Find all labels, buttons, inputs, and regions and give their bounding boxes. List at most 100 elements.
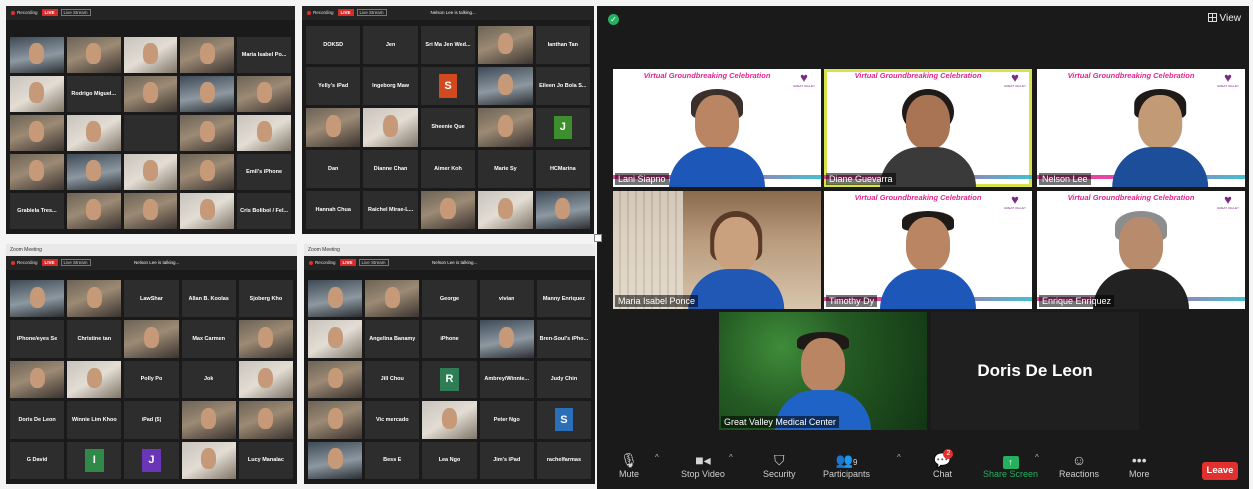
chat-button[interactable]: 💬 2 Chat [933,449,954,479]
participant-video-tile[interactable] [123,76,178,112]
participant-video-tile[interactable] [66,115,121,151]
participant-video-tile[interactable] [10,280,65,318]
participant-video-tile[interactable] [478,190,533,229]
participant-video-tile[interactable] [66,37,121,73]
participant-video-tile[interactable] [308,280,363,318]
video-tile-diane-guevarra[interactable]: Virtual Groundbreaking Celebration ♥ GREA… [824,69,1032,187]
participant-video-tile[interactable] [306,108,361,147]
participant-avatar-tile[interactable]: J [535,108,590,147]
participant-video-tile[interactable] [479,320,534,358]
stop-video-button[interactable]: ■◂ Stop Video [681,451,725,479]
participant-video-tile[interactable] [67,360,122,399]
participant-name-tile[interactable]: George [422,280,477,318]
participant-avatar-tile[interactable]: R [422,360,477,399]
participant-name-tile[interactable]: LawShar [124,280,179,318]
participant-name-tile[interactable]: Marie Sy [478,149,533,188]
participant-name-tile[interactable]: Jill Chou [365,360,420,399]
participant-name-tile[interactable]: Sjoberg Kho [238,280,293,318]
participant-name-tile[interactable]: Ambrey/Winnie... [479,360,534,399]
view-button[interactable]: View [1207,13,1241,24]
participant-name-tile[interactable]: vivian [479,280,534,318]
participant-name-tile-doris-de-leon[interactable]: Doris De Leon [931,312,1139,430]
participant-name-tile[interactable]: Grabiela Tres... [10,193,64,229]
participant-video-tile[interactable] [237,115,291,151]
participant-video-tile[interactable] [67,280,122,318]
live-badge[interactable]: LIVE [41,9,58,16]
participant-name-tile[interactable]: Jim's iPad [479,441,534,479]
participant-video-tile[interactable] [308,401,363,439]
participant-name-tile[interactable]: iPad (5) [124,401,179,439]
participant-video-tile[interactable] [478,108,533,147]
participant-name-tile[interactable]: Jok [181,360,236,399]
participant-name-tile[interactable]: Vic mercado [365,401,420,439]
participant-name-tile[interactable]: Manny Enriquez [536,280,591,318]
participant-video-tile[interactable] [238,320,293,358]
participant-name-tile[interactable]: Peter Ngo [479,401,534,439]
leave-button[interactable]: Leave [1202,462,1238,480]
share-screen-button[interactable]: ↑ Share Screen [983,451,1038,479]
participant-name-tile[interactable]: Dianne Chan [363,149,418,188]
security-shield-icon[interactable]: ✓ [608,14,619,25]
video-tile-timothy-dy[interactable]: Virtual Groundbreaking Celebration ♥ GREA… [824,191,1032,309]
participant-video-tile[interactable] [363,108,418,147]
participant-name-tile[interactable]: Polly Po [124,360,179,399]
participant-video-tile[interactable] [308,441,363,479]
participant-name-tile[interactable]: Cris Bolibol / Fel... [237,193,291,229]
participant-video-tile[interactable] [238,360,293,399]
participant-name-tile[interactable]: Aimer Koh [420,149,476,188]
participant-name-tile[interactable]: Ingeborg Maw [363,67,418,106]
participant-name-tile[interactable]: Sheenie Que [420,108,476,147]
participant-name-tile[interactable]: Bren-Soul's iPho... [536,320,591,358]
video-tile-maria-isabel-ponce[interactable]: Maria Isabel Ponce [613,191,821,309]
video-tile-lani-siapno[interactable]: Virtual Groundbreaking Celebration ♥ GREA… [613,69,821,187]
participant-name-tile[interactable]: Yelly's iPad [306,67,361,106]
participant-video-tile[interactable] [123,154,178,190]
participant-name-tile[interactable]: Winnie Lim Khoo [67,401,122,439]
participant-video-tile[interactable] [124,320,179,358]
live-badge[interactable]: LIVE [337,9,354,16]
participant-name-tile[interactable]: Raichel Mirae-L... [363,190,418,229]
live-badge[interactable]: LIVE [339,259,356,266]
participant-name-tile[interactable]: G David [10,441,65,479]
participant-video-tile[interactable] [66,154,121,190]
participant-name-tile[interactable]: Christine tan [67,320,122,358]
participant-video-tile[interactable] [10,115,64,151]
participant-video-tile[interactable] [535,190,590,229]
live-badge[interactable]: LIVE [41,259,58,266]
participant-name-tile[interactable]: Maria Isabel Po... [237,37,291,73]
video-tile-nelson-lee[interactable]: Virtual Groundbreaking Celebration ♥ GREA… [1037,69,1245,187]
participant-video-tile[interactable] [478,26,533,65]
participant-video-tile[interactable] [10,154,64,190]
window-resize-handle[interactable] [594,234,602,242]
participant-video-tile[interactable] [66,193,121,229]
participant-name-tile[interactable]: Lea Ngo [422,441,477,479]
reactions-button[interactable]: ☺ Reactions [1059,451,1099,479]
participant-video-tile[interactable] [10,76,64,112]
participant-video-tile[interactable] [180,193,235,229]
participants-button[interactable]: 👥9 Participants [823,451,870,479]
participant-video-tile[interactable] [123,193,178,229]
participant-video-tile[interactable] [308,360,363,399]
security-button[interactable]: ⛉ Security [763,451,796,479]
participant-video-tile[interactable] [123,37,178,73]
participant-video-tile[interactable] [237,76,291,112]
participant-video-tile[interactable] [180,115,235,151]
video-tile-great-valley-medical-center[interactable]: Great Valley Medical Center [719,312,927,430]
participant-avatar-tile[interactable]: J [124,441,179,479]
participant-video-tile[interactable] [180,76,235,112]
participant-name-tile[interactable]: Allan B. Koolas [181,280,236,318]
participant-name-tile[interactable]: Eileen Jo Bola S... [535,67,590,106]
participant-video-tile[interactable] [238,401,293,439]
participant-name-tile[interactable]: Sri Ma Jen Wed... [420,26,476,65]
participant-name-tile[interactable]: iPhone/eyes Se [10,320,65,358]
participant-name-tile[interactable]: Ianthan Tan [535,26,590,65]
participant-name-tile[interactable]: HCMarina [535,149,590,188]
participant-avatar-tile[interactable]: I [67,441,122,479]
participant-name-tile[interactable]: Lucy Manalac [238,441,293,479]
more-button[interactable]: ••• More [1129,451,1150,479]
participant-name-tile[interactable]: Jen [363,26,418,65]
participant-video-tile[interactable] [181,401,236,439]
participant-name-tile[interactable]: Bess E [365,441,420,479]
participant-name-tile[interactable]: DOKSD [306,26,361,65]
participant-name-tile[interactable]: Judy Chin [536,360,591,399]
